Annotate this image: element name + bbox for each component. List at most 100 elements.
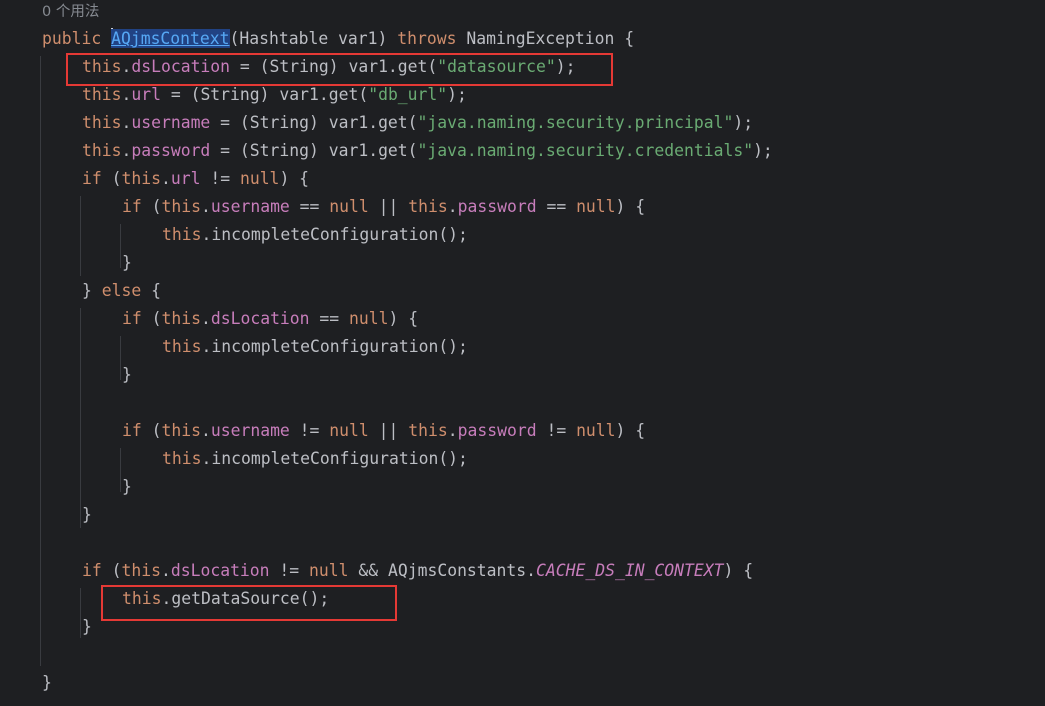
indent-guide [120, 336, 121, 380]
code-token: . [447, 197, 458, 216]
keyword-null: null [349, 309, 389, 328]
code-token: ); [753, 141, 773, 160]
code-line-close-brace[interactable]: } [122, 361, 132, 389]
code-token: != [200, 169, 240, 188]
code-line-close-brace[interactable]: } [122, 473, 132, 501]
field-password: password [457, 197, 537, 216]
keyword-this: this [408, 421, 448, 440]
code-line-if-url[interactable]: if (this.url != null) { [82, 165, 309, 193]
keyword-if: if [122, 309, 142, 328]
code-editor[interactable]: 0 个用法 public AQjmsContext(Hashtable var1… [0, 0, 1045, 706]
code-line-incomplete-config[interactable]: this.incompleteConfiguration(); [162, 445, 468, 473]
indent-guide [80, 196, 81, 276]
method-call: .incompleteConfiguration(); [201, 449, 468, 468]
code-line-if-credentials-set[interactable]: if (this.username != null || this.passwo… [122, 417, 645, 445]
code-token: || [368, 421, 409, 440]
code-token: ) { [279, 169, 310, 188]
string-literal: "java.naming.security.credentials" [417, 141, 754, 160]
keyword-this: this [162, 225, 202, 244]
code-line-if-credentials-null[interactable]: if (this.username == null || this.passwo… [122, 193, 645, 221]
code-token: ) { [723, 561, 754, 580]
code-token: . [121, 141, 132, 160]
code-token: } [82, 617, 92, 636]
keyword-this: this [121, 169, 161, 188]
keyword-else: else [101, 281, 142, 300]
exception-type: NamingException { [456, 29, 635, 48]
method-name[interactable]: AQjmsContext [111, 29, 230, 48]
keyword-null: null [329, 421, 369, 440]
annotation-box-getdatasource [101, 585, 397, 621]
code-token: . [121, 85, 132, 104]
keyword-this: this [82, 113, 122, 132]
keyword-this: this [161, 421, 201, 440]
code-line-password-assign[interactable]: this.password = (String) var1.get("java.… [82, 137, 773, 165]
code-token: == [289, 197, 330, 216]
field-url: url [131, 85, 161, 104]
keyword-this: this [82, 85, 122, 104]
indent-guide [120, 224, 121, 268]
field-username: username [210, 421, 290, 440]
keyword-null: null [576, 421, 616, 440]
code-line-method-close-brace[interactable]: } [42, 669, 52, 697]
code-token: . [121, 113, 132, 132]
keyword-public: public [42, 29, 102, 48]
method-call: .incompleteConfiguration(); [201, 225, 468, 244]
keyword-if: if [82, 169, 102, 188]
keyword-this: this [162, 449, 202, 468]
keyword-if: if [122, 197, 142, 216]
field-dslocation: dsLocation [170, 561, 270, 580]
keyword-null: null [239, 169, 280, 188]
code-token: = (String) var1.get( [160, 85, 369, 104]
field-dslocation: dsLocation [210, 309, 310, 328]
indent-guide [80, 588, 81, 638]
code-token: . [160, 169, 171, 188]
code-token: = (String) var1.get( [210, 141, 418, 160]
code-token: } [82, 505, 92, 524]
method-call: .incompleteConfiguration(); [201, 337, 468, 356]
field-password: password [131, 141, 211, 160]
code-token: == [309, 309, 350, 328]
keyword-this: this [162, 337, 202, 356]
code-token: ( [101, 561, 122, 580]
keyword-this: this [161, 197, 201, 216]
code-token: ( [141, 197, 162, 216]
field-username: username [131, 113, 211, 132]
code-token: } [82, 281, 102, 300]
keyword-this: this [161, 309, 201, 328]
code-line-close-brace[interactable]: } [122, 249, 132, 277]
code-line-username-assign[interactable]: this.username = (String) var1.get("java.… [82, 109, 753, 137]
code-token: != [289, 421, 330, 440]
code-line-incomplete-config[interactable]: this.incompleteConfiguration(); [162, 221, 468, 249]
code-line-method-signature[interactable]: public AQjmsContext(Hashtable var1) thro… [42, 25, 634, 53]
indent-guide [80, 308, 81, 528]
code-line-if-dslocation-null[interactable]: if (this.dsLocation == null) { [122, 305, 418, 333]
code-line-close-brace[interactable]: } [82, 501, 92, 529]
code-token: . [200, 197, 211, 216]
code-line-else[interactable]: } else { [82, 277, 161, 305]
code-token: } [42, 673, 52, 692]
code-token: ( [141, 309, 162, 328]
code-token: == [536, 197, 577, 216]
code-token: . [160, 561, 171, 580]
code-token: . [200, 421, 211, 440]
code-line-incomplete-config[interactable]: this.incompleteConfiguration(); [162, 333, 468, 361]
code-token: ( [141, 421, 162, 440]
usage-count-hint[interactable]: 0 个用法 [42, 0, 99, 26]
keyword-null: null [309, 561, 349, 580]
code-token: ) { [615, 421, 646, 440]
keyword-if: if [82, 561, 102, 580]
field-username: username [210, 197, 290, 216]
code-token: != [269, 561, 310, 580]
code-token: && AQjmsConstants. [348, 561, 537, 580]
code-token: ) { [615, 197, 646, 216]
code-token: . [200, 309, 211, 328]
code-token: { [141, 281, 161, 300]
keyword-null: null [329, 197, 369, 216]
code-line-close-brace[interactable]: } [82, 613, 92, 641]
code-token: ( [101, 169, 122, 188]
code-line-if-cache-ds[interactable]: if (this.dsLocation != null && AQjmsCons… [82, 557, 753, 585]
keyword-throws: throws [397, 29, 457, 48]
keyword-if: if [122, 421, 142, 440]
code-token: ); [447, 85, 467, 104]
string-literal: "java.naming.security.principal" [417, 113, 734, 132]
